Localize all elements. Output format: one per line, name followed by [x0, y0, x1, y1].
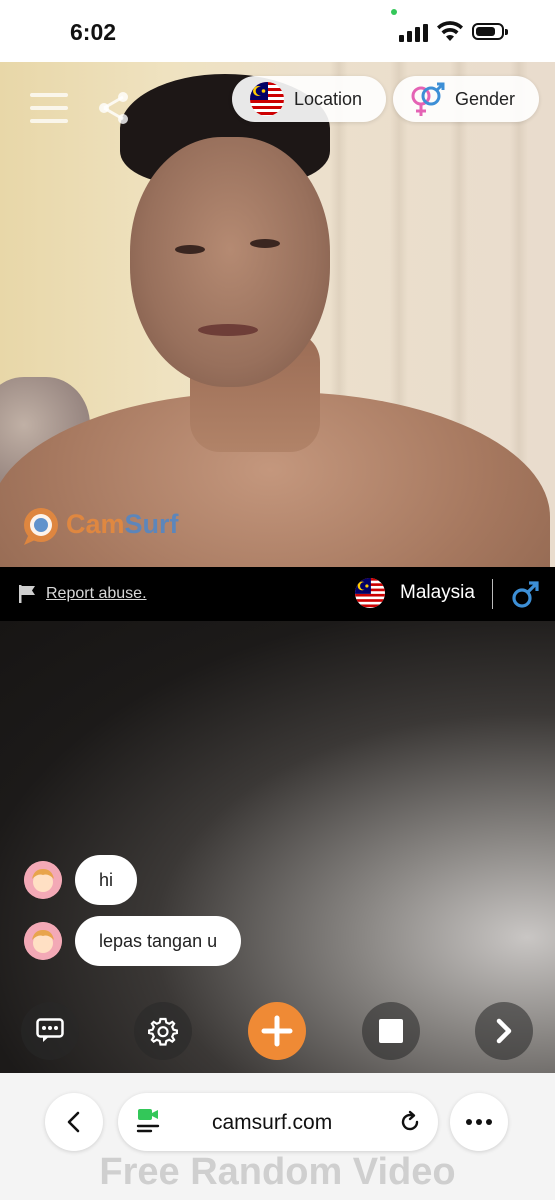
remote-video-feed — [0, 62, 555, 567]
gender-icon — [411, 82, 445, 116]
next-icon — [496, 1018, 512, 1044]
more-icon — [466, 1119, 492, 1125]
avatar — [24, 922, 62, 960]
battery-icon — [472, 23, 508, 40]
wifi-icon — [437, 21, 463, 41]
back-icon — [67, 1111, 80, 1133]
chat-bubble: lepas tangan u — [75, 916, 242, 966]
chat-bubble: hi — [75, 855, 138, 905]
male-icon — [512, 581, 539, 608]
cellular-signal-icon — [399, 24, 429, 42]
reload-icon[interactable] — [398, 1110, 422, 1134]
add-icon — [261, 1015, 293, 1047]
camera-indicator-dot — [391, 9, 397, 15]
status-time: 6:02 — [70, 19, 117, 45]
person-face — [130, 137, 330, 387]
share-icon[interactable] — [96, 90, 132, 126]
chat-icon — [36, 1018, 64, 1042]
back-button[interactable] — [45, 1093, 103, 1151]
settings-icon — [148, 1017, 178, 1046]
menu-icon[interactable] — [30, 93, 68, 123]
settings-button[interactable] — [134, 1002, 192, 1060]
gender-filter-button[interactable]: Gender — [393, 76, 539, 122]
next-button[interactable] — [475, 1002, 533, 1060]
watermark-cam: Cam — [66, 509, 125, 539]
divider — [492, 579, 493, 609]
flag-icon — [19, 585, 35, 603]
add-friend-button[interactable] — [248, 1002, 306, 1060]
partner-info-bar: Report abuse. Malaysia — [0, 567, 555, 621]
more-button[interactable] — [450, 1093, 508, 1151]
page-heading-partial: Free Random Video — [99, 1151, 456, 1193]
chat-button[interactable] — [21, 1002, 79, 1060]
avatar — [24, 861, 62, 899]
facetime-icon — [136, 1109, 160, 1133]
address-bar[interactable]: camsurf.com — [118, 1093, 438, 1151]
partner-country: Malaysia — [400, 582, 475, 603]
browser-toolbar: Free Random Video camsurf.com — [0, 1073, 555, 1200]
malaysia-flag-icon — [250, 82, 284, 116]
location-filter-button[interactable]: Location — [232, 76, 386, 122]
watermark-surf: Surf — [124, 509, 179, 539]
stop-icon — [379, 1019, 403, 1043]
malaysia-flag-icon — [355, 578, 385, 608]
status-bar: 6:02 — [0, 0, 555, 62]
gender-label: Gender — [455, 89, 516, 109]
report-abuse-link[interactable]: Report abuse. — [46, 585, 147, 603]
person-mouth — [198, 324, 258, 336]
url-text: camsurf.com — [212, 1111, 333, 1134]
camsurf-logo-icon — [24, 508, 58, 545]
stop-button[interactable] — [362, 1002, 420, 1060]
location-label: Location — [294, 89, 363, 109]
